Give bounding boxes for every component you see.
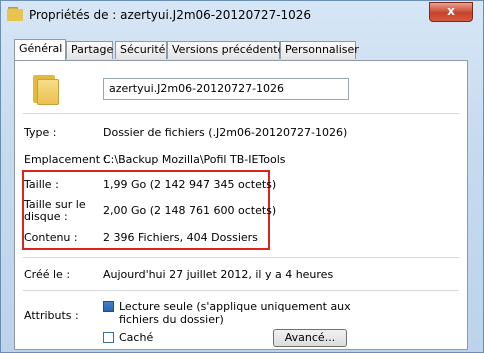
contents-value: 2 396 Fichiers, 404 Dossiers xyxy=(103,231,258,244)
location-value: C:\Backup Mozilla\Pofil TB-IETools xyxy=(103,153,286,166)
tab-previous-versions[interactable]: Versions précédentes xyxy=(167,41,290,59)
readonly-checkbox[interactable] xyxy=(103,301,114,312)
tab-general[interactable]: Général xyxy=(14,39,66,60)
properties-dialog: Propriétés de : azertyui.J2m06-20120727-… xyxy=(0,0,484,353)
created-label: Créé le : xyxy=(24,268,71,281)
size-on-disk-value: 2,00 Go (2 148 761 600 octets) xyxy=(103,204,277,217)
tab-customize[interactable]: Personnaliser xyxy=(280,41,359,59)
size-label: Taille : xyxy=(24,178,59,191)
folder-name-input[interactable]: azertyui.J2m06-20120727-1026 xyxy=(103,78,349,100)
general-panel: azertyui.J2m06-20120727-1026 Type : Doss… xyxy=(14,60,468,350)
size-on-disk-label-line2: disque : xyxy=(24,210,68,223)
folder-icon xyxy=(7,7,23,21)
readonly-label-line1: Lecture seule (s'applique uniquement aux xyxy=(119,300,351,313)
attributes-label: Attributs : xyxy=(24,309,79,322)
tab-sharing[interactable]: Partage xyxy=(66,41,113,59)
window-title: Propriétés de : azertyui.J2m06-20120727-… xyxy=(29,8,312,22)
contents-label: Contenu : xyxy=(24,231,78,244)
divider xyxy=(23,113,459,114)
type-value: Dossier de fichiers (.J2m06-20120727-102… xyxy=(103,126,348,139)
advanced-button[interactable]: Avancé... xyxy=(273,329,347,347)
type-label: Type : xyxy=(24,126,57,139)
readonly-label-line2: fichiers du dossier) xyxy=(119,313,224,326)
hidden-label: Caché xyxy=(119,331,154,344)
divider xyxy=(23,290,459,291)
tab-security[interactable]: Sécurité xyxy=(115,41,167,59)
close-button[interactable]: x xyxy=(429,2,473,22)
hidden-checkbox[interactable] xyxy=(103,332,114,343)
size-value: 1,99 Go (2 142 947 345 octets) xyxy=(103,178,277,191)
title-bar: Propriétés de : azertyui.J2m06-20120727-… xyxy=(1,1,483,31)
divider xyxy=(23,257,459,258)
folder-large-icon xyxy=(33,73,61,105)
location-label: Emplacement : xyxy=(24,153,108,166)
created-value: Aujourd'hui 27 juillet 2012, il y a 4 he… xyxy=(103,268,334,281)
